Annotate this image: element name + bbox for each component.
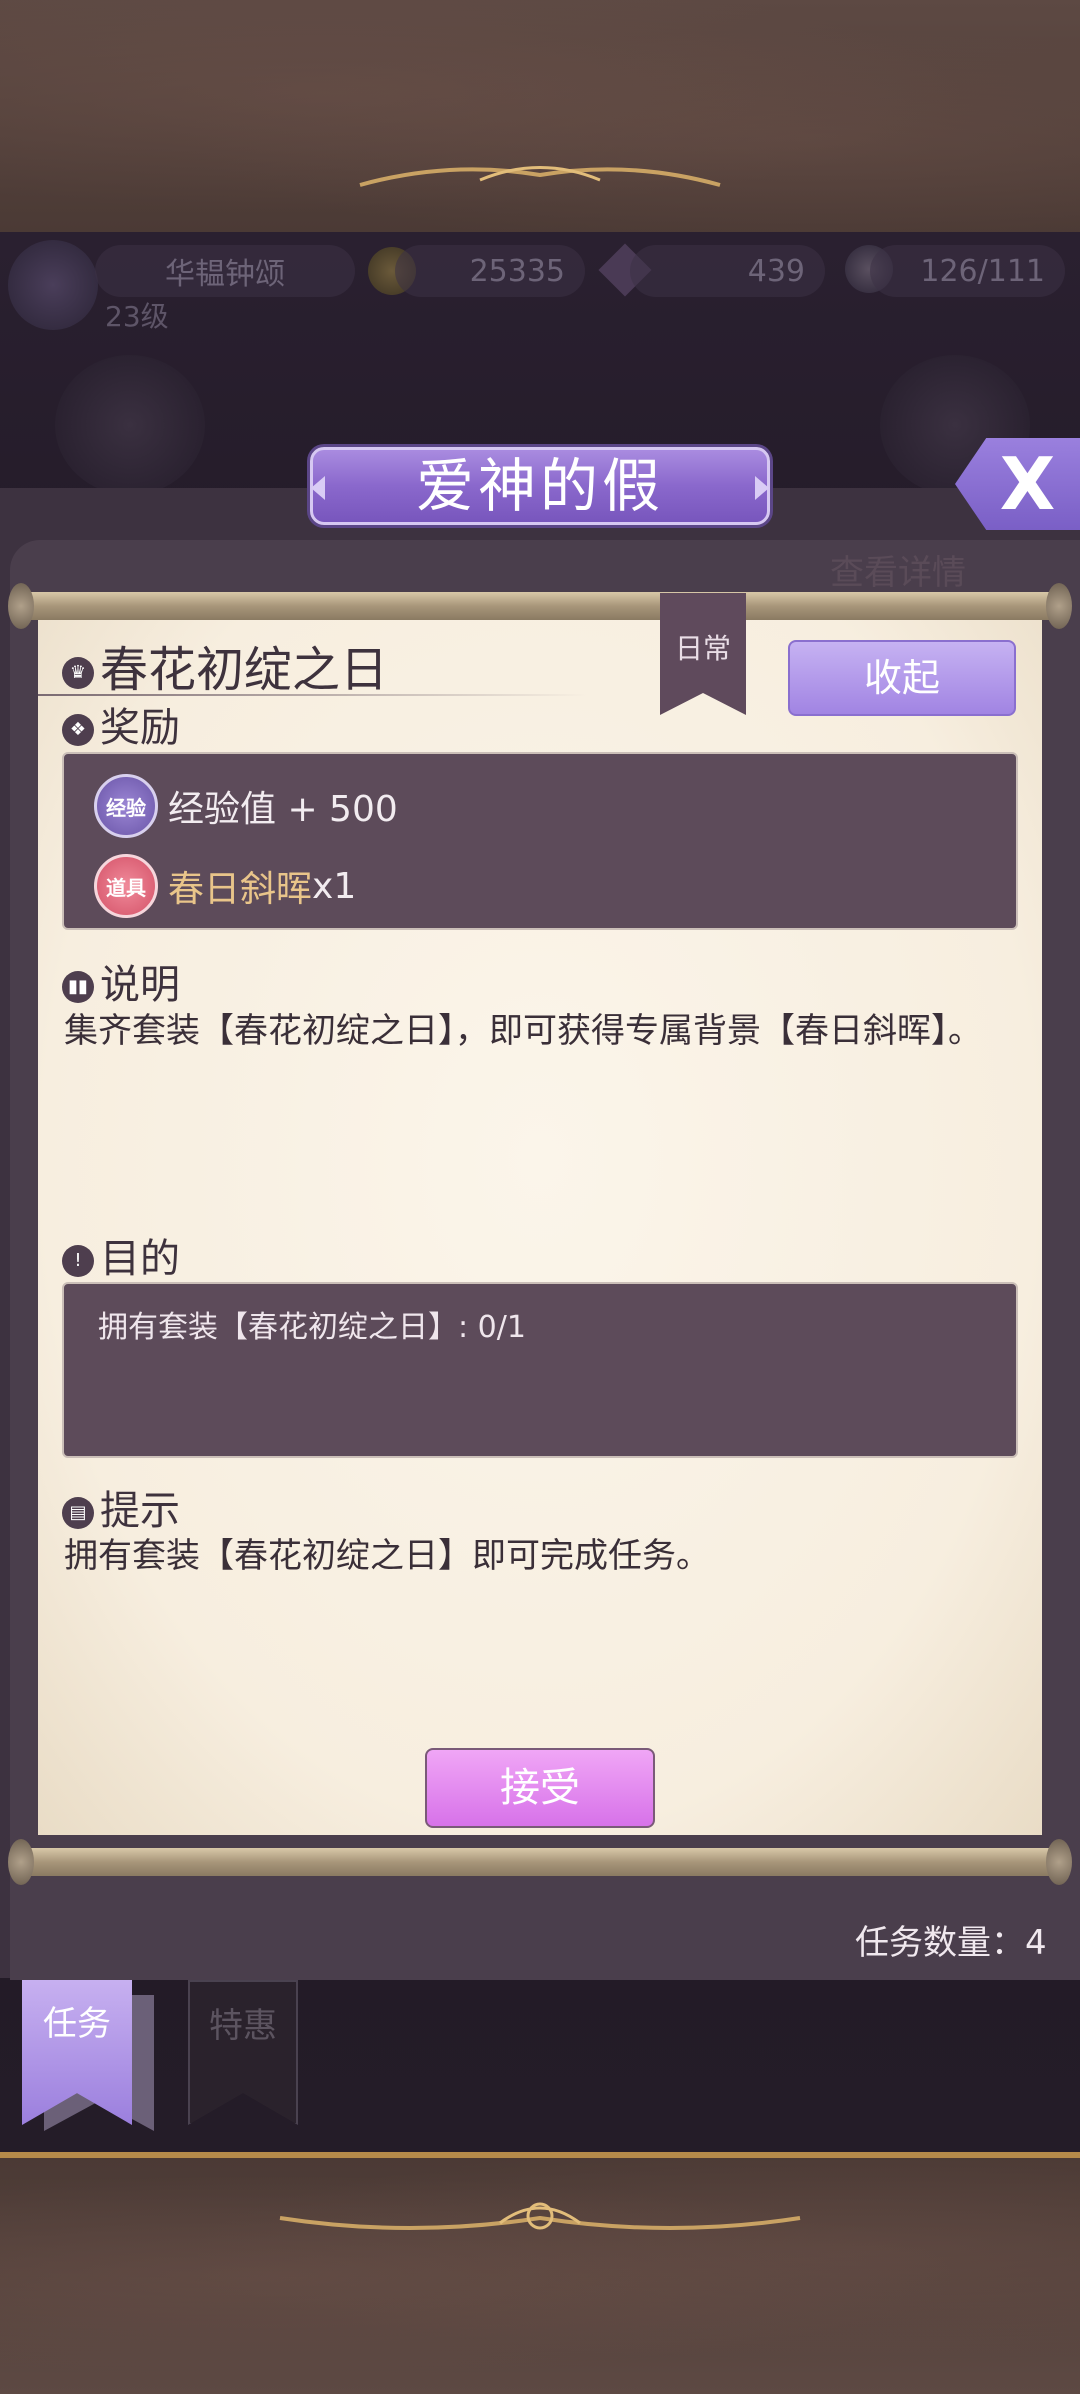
reward-item-qty: x1 <box>312 865 357 907</box>
scroll-bottom-rod <box>12 1848 1068 1876</box>
gem-counter[interactable]: 439 <box>630 245 825 297</box>
view-details-button: 查看详情 <box>830 553 966 593</box>
note-icon: ▤ <box>62 1497 94 1529</box>
reward-heading: ❖ 奖励 <box>62 695 180 753</box>
task-name: 春花初绽之日 <box>100 642 389 698</box>
exclamation-icon: ! <box>62 1245 94 1277</box>
crown-icon: ♛ <box>62 657 94 689</box>
top-ornamental-frame <box>0 0 1080 238</box>
gold-counter[interactable]: 25335 <box>395 245 585 297</box>
reward-item-row[interactable]: 道具 春日斜晖 x1 <box>94 854 357 918</box>
top-flourish <box>359 166 721 187</box>
scroll-knob-right-top <box>1046 583 1072 629</box>
scroll-knob-right-bottom <box>1046 1839 1072 1885</box>
description-heading: ▮▮ 说明 <box>62 952 180 1010</box>
reward-exp-row: 经验 经验值 + 500 <box>94 774 398 838</box>
gift-icon: ❖ <box>62 714 94 746</box>
energy-counter[interactable]: 126/111 <box>870 245 1065 297</box>
task-count: 任务数量：4 <box>855 1923 1047 1963</box>
description-heading-label: 说明 <box>100 962 180 1008</box>
book-icon: ▮▮ <box>62 971 94 1003</box>
reward-box: 经验 经验值 + 500 道具 春日斜晖 x1 <box>62 752 1018 930</box>
player-level: 23级 <box>105 300 169 333</box>
banner-left-arrow-icon <box>311 476 325 500</box>
reward-item-name: 春日斜晖 <box>168 869 313 910</box>
goal-text: 拥有套装【春花初绽之日】: 0/1 <box>98 1310 526 1345</box>
bottom-flourish <box>279 2202 801 2230</box>
goal-heading-label: 目的 <box>100 1236 180 1282</box>
goal-box: 拥有套装【春花初绽之日】: 0/1 <box>62 1282 1018 1458</box>
player-avatar[interactable] <box>8 240 98 330</box>
bottom-ornamental-frame <box>0 2152 1080 2394</box>
accept-button[interactable]: 接受 <box>425 1748 655 1828</box>
reward-heading-label: 奖励 <box>100 705 180 751</box>
hint-text: 拥有套装【春花初绽之日】即可完成任务。 <box>64 1536 710 1576</box>
scroll-top-rod <box>12 592 1068 620</box>
goal-heading: ! 目的 <box>62 1226 180 1284</box>
scroll-knob-left-bottom <box>8 1839 34 1885</box>
exp-badge-icon: 经验 <box>94 774 158 838</box>
reward-exp-text: 经验值 + 500 <box>168 789 398 830</box>
player-name: 华韫钟颂 <box>95 245 355 297</box>
task-description: 集齐套装【春花初绽之日】，即可获得专属背景【春日斜晖】。 <box>64 1011 982 1051</box>
dialog-title-banner: 爱神的假 <box>310 447 770 525</box>
banner-right-arrow-icon <box>755 476 769 500</box>
scroll-knob-left-top <box>8 583 34 629</box>
dialog-title: 爱神的假 <box>415 452 664 520</box>
collapse-button[interactable]: 收起 <box>788 640 1016 716</box>
item-badge-icon: 道具 <box>94 854 158 918</box>
character-portrait-left <box>55 355 205 495</box>
task-title: ♛ 春花初绽之日 <box>62 630 388 700</box>
